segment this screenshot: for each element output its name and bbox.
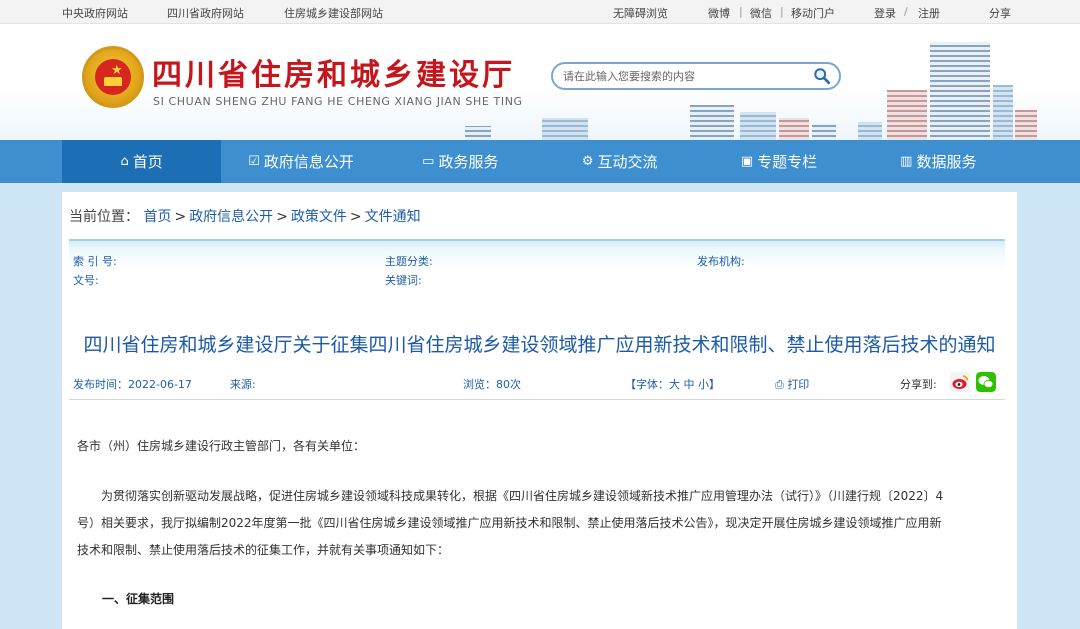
keywords-label: 关键词: (385, 274, 422, 287)
paragraph-line: 为贯彻落实创新驱动发展战略，促进住房城乡建设领域科技成果转化，根据《四川省住房城… (101, 489, 944, 503)
paragraph-line: 号）相关要求，我厅拟编制2022年度第一批《四川省住房城乡建设领域推广应用新技术… (77, 516, 942, 530)
source-label: 来源: (230, 378, 256, 391)
section-heading: 一、征集范围 (102, 592, 175, 606)
monitor-icon: ▭ (422, 154, 435, 169)
publish-time: 发布时间：2022-06-17 (73, 378, 192, 391)
image-icon: ▣ (740, 154, 754, 169)
print-button[interactable]: ⎙ 打印 (775, 376, 809, 392)
separator: | (780, 5, 784, 18)
nav-topics-label: 专题专栏 (757, 153, 818, 171)
font-size-control: 【字体：大 中 小】 (625, 376, 720, 392)
site-subtitle: SI CHUAN SHENG ZHU FANG HE CHENG XIANG J… (153, 95, 523, 108)
site-title: 四川省住房和城乡建设厅 (152, 58, 515, 93)
link-central-gov[interactable]: 中央政府网站 (62, 5, 128, 21)
share-link[interactable]: 分享 (989, 5, 1011, 21)
article-info-bar: 发布时间：2022-06-17 来源: 浏览：80次 【字体：大 中 小】 ⎙ … (69, 370, 1005, 400)
issuer-label: 发布机构: (697, 255, 745, 268)
interaction-icon: ⚙ (581, 154, 594, 169)
breadcrumb-home[interactable]: 首页 (143, 209, 171, 225)
view-count: 浏览：80次 (463, 378, 521, 391)
font-size-close: 】 (709, 378, 720, 391)
link-sichuan-gov[interactable]: 四川省政府网站 (167, 5, 244, 21)
document-number-label: 文号: (73, 274, 99, 287)
search-icon[interactable] (813, 67, 831, 85)
paragraph-line: 技术和限制、禁止使用落后技术的征集工作，并就有关事项通知如下： (77, 543, 450, 557)
topic-label: 主题分类: (385, 255, 433, 268)
breadcrumb-notice[interactable]: 文件通知 (365, 209, 421, 225)
chart-icon: ▥ (900, 154, 913, 169)
article-title: 四川省住房和城乡建设厅关于征集四川省住房城乡建设领域推广应用新技术和限制、禁止使… (83, 334, 996, 356)
breadcrumb-prefix: 当前位置： (69, 209, 139, 225)
national-emblem-logo: ★ (82, 46, 144, 108)
print-icon: ⎙ (775, 378, 784, 391)
register-link[interactable]: 注册 (918, 5, 940, 21)
nav-topics[interactable]: ▣ 专题专栏 (699, 140, 858, 183)
breadcrumb-separator: > (349, 209, 362, 225)
nav-gov-info-label: 政府信息公开 (263, 153, 354, 171)
weibo-link[interactable]: 微博 (708, 5, 730, 21)
font-small-button[interactable]: 小 (698, 378, 709, 391)
search-input[interactable] (563, 68, 808, 85)
nav-data-services-label: 数据服务 (916, 153, 977, 171)
breadcrumb-gov-info[interactable]: 政府信息公开 (189, 209, 273, 225)
breadcrumb-policy[interactable]: 政策文件 (291, 209, 347, 225)
main-nav: ⌂ 首页 ☑ 政府信息公开 ▭ 政务服务 ⚙ 互动交流 ▣ 专题专栏 ▥ 数据服… (0, 140, 1080, 183)
salutation: 各市（州）住房城乡建设行政主管部门，各有关单位： (77, 439, 366, 453)
mobile-portal-link[interactable]: 移动门户 (791, 5, 835, 21)
top-utility-bar: 中央政府网站 四川省政府网站 住房城乡建设部网站 无障碍浏览 微博 | 微信 |… (0, 0, 1080, 24)
nav-interaction[interactable]: ⚙ 互动交流 (540, 140, 699, 183)
nav-data-services[interactable]: ▥ 数据服务 (859, 140, 1018, 183)
nav-gov-services-label: 政务服务 (438, 153, 499, 171)
breadcrumb-separator: > (276, 209, 288, 225)
index-number-label: 索 引 号: (73, 255, 117, 268)
font-size-label: 【字体： (625, 378, 669, 391)
separator: | (739, 5, 743, 18)
separator: / (904, 5, 908, 18)
link-mohurd[interactable]: 住房城乡建设部网站 (284, 5, 383, 21)
nav-home-label: 首页 (132, 153, 163, 171)
accessibility-link[interactable]: 无障碍浏览 (613, 5, 668, 21)
font-large-button[interactable]: 大 (669, 378, 680, 391)
content-card: 当前位置： 首页 > 政府信息公开 > 政策文件 > 文件通知 索 引 号: 主题分类: 发… (62, 192, 1017, 629)
nav-gov-services[interactable]: ▭ 政务服务 (381, 140, 540, 183)
nav-gov-info[interactable]: ☑ 政府信息公开 (221, 140, 380, 183)
nav-home[interactable]: ⌂ 首页 (62, 140, 222, 183)
print-label: 打印 (787, 378, 810, 391)
login-link[interactable]: 登录 (874, 5, 896, 21)
home-icon: ⌂ (120, 154, 129, 169)
site-header: ★ 四川省住房和城乡建设厅 SI CHUAN SHENG ZHU FANG HE… (0, 24, 1080, 140)
wechat-share-icon[interactable] (976, 372, 996, 392)
share-to-label: 分享到: (900, 378, 937, 391)
wechat-link[interactable]: 微信 (750, 5, 772, 21)
weibo-share-icon[interactable] (950, 372, 970, 392)
search-box (551, 62, 841, 90)
edit-icon: ☑ (248, 154, 260, 169)
breadcrumb-separator: > (174, 209, 187, 225)
font-medium-button[interactable]: 中 (684, 378, 695, 391)
breadcrumb: 当前位置： 首页 > 政府信息公开 > 政策文件 > 文件通知 (69, 206, 421, 226)
document-metadata-panel: 索 引 号: 主题分类: 发布机构: 文号: 关键词: (69, 239, 1005, 313)
nav-interaction-label: 互动交流 (597, 153, 658, 171)
